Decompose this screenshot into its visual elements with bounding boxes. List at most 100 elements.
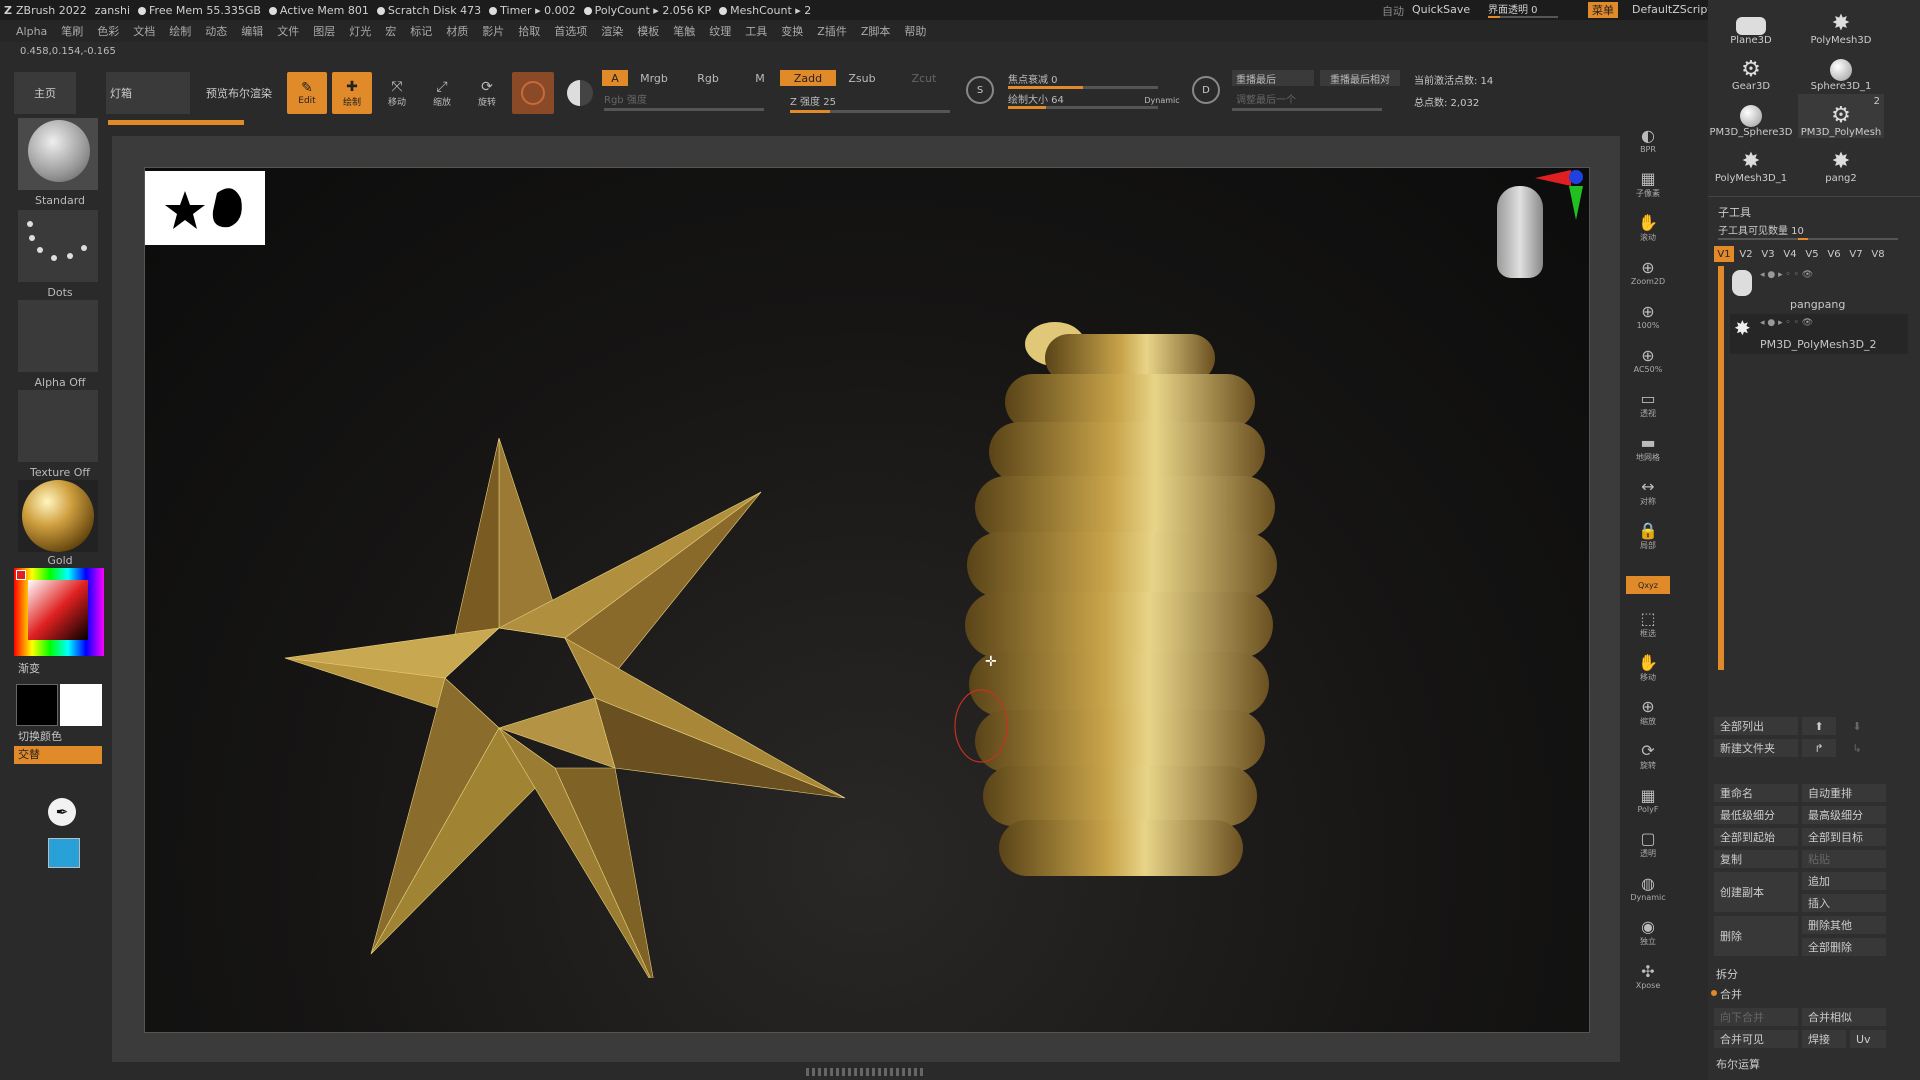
quicksave-button[interactable]: QuickSave <box>1412 3 1470 16</box>
zcut-button[interactable]: Zcut <box>904 70 944 86</box>
version-tab-v5[interactable]: V5 <box>1802 246 1822 262</box>
sphere-brush-button[interactable] <box>512 72 554 114</box>
shelf-button-zoom2d[interactable]: ⊕ Zoom2D <box>1626 254 1670 290</box>
menu-item[interactable]: 动态 <box>205 23 227 39</box>
version-tab-v6[interactable]: V6 <box>1824 246 1844 262</box>
material-slot[interactable] <box>18 480 98 552</box>
tool-thumb-sphere3d[interactable]: Sphere3D_1 <box>1798 48 1884 92</box>
draw-button[interactable]: ✚ 绘制 <box>332 72 372 114</box>
boolean-section[interactable]: 布尔运算 <box>1716 1056 1760 1072</box>
shelf-button-solo[interactable]: ◉ 独立 <box>1626 914 1670 950</box>
shelf-button-xpose[interactable]: ✣ Xpose <box>1626 958 1670 994</box>
rotate-button[interactable]: ⟳ 旋转 <box>467 72 507 114</box>
stroke-slot[interactable] <box>18 210 98 282</box>
alternate-button[interactable]: 交替 <box>14 746 102 764</box>
menu-item[interactable]: 影片 <box>482 23 504 39</box>
menu-item[interactable]: 笔刷 <box>61 23 83 39</box>
lightbox-tab[interactable]: 灯箱 <box>106 72 190 114</box>
delete-button[interactable]: 删除 <box>1714 916 1798 956</box>
split-section[interactable]: 拆分 <box>1716 966 1738 982</box>
shelf-button-xyz[interactable]: Qxyz <box>1626 576 1670 594</box>
replay-last-button[interactable]: 重播最后 <box>1232 70 1314 86</box>
subtool-title[interactable]: 子工具 <box>1718 204 1751 220</box>
shelf-button-subpixel[interactable]: ▦ 子像素 <box>1626 166 1670 202</box>
lazy-d-icon[interactable]: D <box>1192 76 1220 104</box>
all-to-target-button[interactable]: 全部到目标 <box>1802 828 1886 846</box>
tool-thumb-pm3d-sphere3d[interactable]: PM3D_Sphere3D <box>1708 94 1794 138</box>
tool-thumb-gear3d[interactable]: ⚙ Gear3D <box>1708 48 1794 93</box>
tool-thumb-polymesh3d[interactable]: ✸ PolyMesh3D <box>1798 2 1884 47</box>
version-tab-v2[interactable]: V2 <box>1736 246 1756 262</box>
menu-item[interactable]: 绘制 <box>169 23 191 39</box>
menu-item[interactable]: Z脚本 <box>861 23 891 39</box>
menu-item[interactable]: 纹理 <box>709 23 731 39</box>
default-zscript-button[interactable]: DefaultZScript <box>1632 3 1712 16</box>
shelf-button-rotate[interactable]: ⟳ 旋转 <box>1626 738 1670 774</box>
menu-item[interactable]: 色彩 <box>97 23 119 39</box>
insert-button[interactable]: 插入 <box>1802 894 1886 912</box>
uv-button[interactable]: Uv <box>1850 1030 1886 1048</box>
menu-item[interactable]: 拾取 <box>518 23 540 39</box>
symmetry-s-icon[interactable]: S <box>966 76 994 104</box>
brush-slot[interactable] <box>18 118 98 190</box>
menu-item[interactable]: 编辑 <box>241 23 263 39</box>
menu-item[interactable]: 工具 <box>745 23 767 39</box>
arrow-down-right-icon[interactable]: ↳ <box>1840 739 1874 757</box>
menu-item[interactable]: Z插件 <box>817 23 847 39</box>
rename-button[interactable]: 重命名 <box>1714 784 1798 802</box>
transparency-slider[interactable]: 界面透明 0 <box>1488 1 1538 16</box>
menu-item[interactable]: 宏 <box>385 23 396 39</box>
menu-item[interactable]: 灯光 <box>349 23 371 39</box>
tool-thumb-pm3d-polymesh[interactable]: ⚙ PM3D_PolyMesh 2 <box>1798 94 1884 138</box>
shelf-button-polyf[interactable]: ▦ PolyF <box>1626 782 1670 818</box>
version-tab-v1[interactable]: V1 <box>1714 246 1734 262</box>
menu-item[interactable]: 图层 <box>313 23 335 39</box>
paste-button[interactable]: 粘贴 <box>1802 850 1886 868</box>
menu-item[interactable]: 文件 <box>277 23 299 39</box>
move-up-icon[interactable]: ⬆ <box>1802 717 1836 735</box>
lowest-subdiv-button[interactable]: 最低级细分 <box>1714 806 1798 824</box>
z-intensity-slider[interactable]: Z 强度 25 <box>790 92 870 108</box>
shelf-button-frame[interactable]: ⬚ 框选 <box>1626 606 1670 642</box>
menu-item[interactable]: 标记 <box>410 23 432 39</box>
tool-thumb-pang2[interactable]: ✸ pang2 <box>1798 140 1884 185</box>
edit-button[interactable]: ✎ Edit <box>287 72 327 114</box>
color-picker[interactable] <box>14 568 104 656</box>
all-to-start-button[interactable]: 全部到起始 <box>1714 828 1798 846</box>
version-tab-v7[interactable]: V7 <box>1846 246 1866 262</box>
delete-all-button[interactable]: 全部删除 <box>1802 938 1886 956</box>
tool-thumb-polymesh3d-1[interactable]: ✸ PolyMesh3D_1 <box>1708 140 1794 185</box>
texture-slot[interactable] <box>18 390 98 462</box>
shelf-button-ghost[interactable]: ◍ Dynamic <box>1626 870 1670 906</box>
home-tab[interactable]: 主页 <box>14 72 76 114</box>
merge-down-button[interactable]: 向下合并 <box>1714 1008 1798 1026</box>
subtool-scrollbar[interactable] <box>1718 266 1724 670</box>
menu-item[interactable]: 渲染 <box>601 23 623 39</box>
adjust-last-slider[interactable]: 调整最后一个 <box>1232 90 1352 106</box>
shelf-button-local[interactable]: ↔ 对称 <box>1626 474 1670 510</box>
menu-item[interactable]: 变换 <box>781 23 803 39</box>
version-tab-v8[interactable]: V8 <box>1868 246 1888 262</box>
move-down-icon[interactable]: ⬇ <box>1840 717 1874 735</box>
dynamic-button[interactable]: Dynamic <box>1140 92 1184 108</box>
highest-subdiv-button[interactable]: 最高级细分 <box>1802 806 1886 824</box>
rgb-button[interactable]: Rgb <box>690 70 726 86</box>
append-button[interactable]: 追加 <box>1802 872 1886 890</box>
main-color-swatch[interactable] <box>16 684 58 726</box>
version-tab-v3[interactable]: V3 <box>1758 246 1778 262</box>
menu-item[interactable]: 材质 <box>446 23 468 39</box>
shelf-button-scroll[interactable]: ✋ 滚动 <box>1626 210 1670 246</box>
shelf-button-floor[interactable]: ▬ 地网格 <box>1626 430 1670 466</box>
mrgb-button[interactable]: Mrgb <box>632 70 676 86</box>
create-copy-button[interactable]: 创建副本 <box>1714 872 1798 912</box>
a-button[interactable]: A <box>602 70 628 86</box>
m-button[interactable]: M <box>748 70 772 86</box>
coil-mesh[interactable] <box>935 318 1335 898</box>
menu-item[interactable]: Alpha <box>16 25 47 38</box>
visible-count-slider[interactable]: 子工具可见数量 10 <box>1718 222 1804 237</box>
zadd-button[interactable]: Zadd <box>780 70 836 86</box>
shelf-button-lock[interactable]: 🔒 局部 <box>1626 518 1670 554</box>
menu-item[interactable]: 文档 <box>133 23 155 39</box>
merge-visible-button[interactable]: 合并可见 <box>1714 1030 1798 1048</box>
shelf-button-perspective[interactable]: ▭ 透视 <box>1626 386 1670 422</box>
